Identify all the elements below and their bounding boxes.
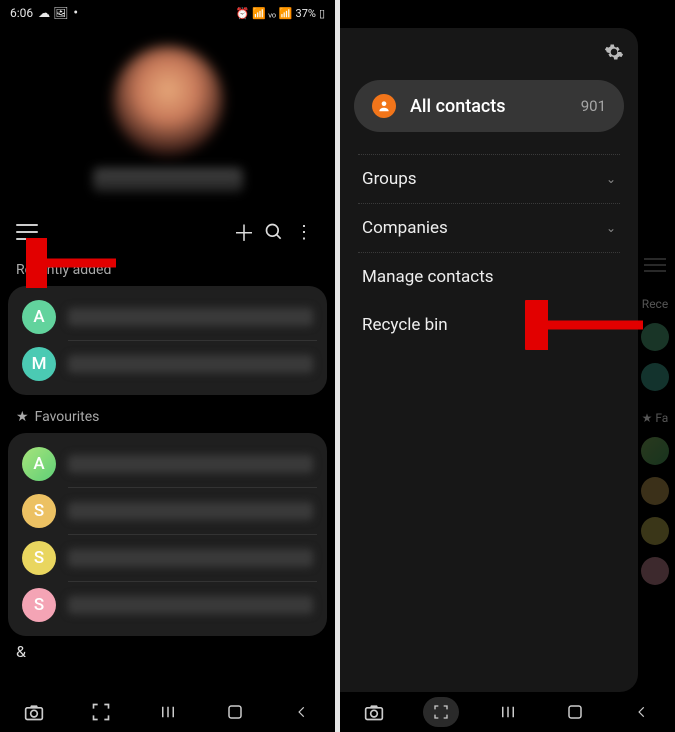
- drawer-companies[interactable]: Companies ⌄: [354, 204, 624, 252]
- settings-gear-icon[interactable]: [354, 42, 624, 62]
- all-contacts-row[interactable]: All contacts 901: [354, 80, 624, 132]
- drawer-manage-contacts[interactable]: Manage contacts: [354, 253, 624, 301]
- navbar: [340, 692, 675, 732]
- navigation-drawer: All contacts 901 Groups ⌄ Companies ⌄ Ma…: [340, 28, 638, 692]
- recently-added-header: Recently added: [0, 248, 335, 286]
- more-icon[interactable]: ⋮: [289, 222, 319, 243]
- underlying-page-dim: Rece ★ Fa: [635, 28, 675, 692]
- list-item[interactable]: S: [18, 582, 317, 628]
- phone-left: 6:06 ☁ 🖼 • ⏰ 📶 ᵥₒ 📶 37% ▯ ＋ ⋮ Recently a…: [0, 0, 335, 732]
- phone-right: 6:06 ☁ 🖼 • ⏰ 📶 ᵥₒ 📶 37% ▯ Rece ★ Fa: [340, 0, 675, 732]
- nav-back-icon[interactable]: [284, 697, 320, 727]
- my-avatar[interactable]: [113, 46, 223, 156]
- contact-name-blurred: [68, 502, 313, 520]
- search-icon[interactable]: [259, 222, 289, 242]
- favourites-header: ★ Favourites: [0, 395, 335, 433]
- status-bar: 6:06 ☁ 🖼 • ⏰ 📶 ᵥₒ 📶 37% ▯: [0, 0, 335, 26]
- contacts-count: 901: [581, 97, 606, 115]
- all-contacts-label: All contacts: [410, 96, 581, 117]
- nav-scan-icon[interactable]: [83, 697, 119, 727]
- list-item[interactable]: S: [18, 488, 317, 534]
- avatar: M: [22, 347, 56, 381]
- contact-name-blurred: [68, 455, 313, 473]
- avatar: S: [22, 588, 56, 622]
- add-icon[interactable]: ＋: [229, 216, 259, 248]
- status-battery: 37%: [296, 7, 316, 20]
- star-icon: ★: [16, 409, 29, 425]
- navbar: [0, 692, 335, 732]
- status-dot: •: [73, 6, 78, 20]
- avatar: A: [22, 300, 56, 334]
- nav-back-icon[interactable]: [624, 697, 660, 727]
- battery-icon: ▯: [319, 7, 325, 20]
- avatar: A: [22, 447, 56, 481]
- nav-home-icon[interactable]: [217, 697, 253, 727]
- list-item[interactable]: A: [18, 294, 317, 340]
- drawer-groups[interactable]: Groups ⌄: [354, 155, 624, 203]
- contact-name-blurred: [68, 596, 313, 614]
- chevron-down-icon: ⌄: [606, 172, 616, 186]
- profile-header[interactable]: [0, 46, 335, 192]
- status-icons-left: ☁ 🖼: [38, 6, 68, 20]
- nav-recents-icon[interactable]: [150, 697, 186, 727]
- toolbar: ＋ ⋮: [0, 216, 335, 248]
- list-item[interactable]: A: [18, 441, 317, 487]
- nav-camera-icon[interactable]: [356, 697, 392, 727]
- avatar: S: [22, 541, 56, 575]
- favourites-list: A S S S: [8, 433, 327, 636]
- contact-name-blurred: [68, 308, 313, 326]
- list-item[interactable]: M: [18, 341, 317, 387]
- nav-scan-icon[interactable]: [423, 697, 459, 727]
- chevron-down-icon: ⌄: [606, 221, 616, 235]
- contact-name-blurred: [68, 355, 313, 373]
- person-icon: [372, 94, 396, 118]
- status-time: 6:06: [10, 6, 33, 20]
- list-item[interactable]: S: [18, 535, 317, 581]
- avatar: S: [22, 494, 56, 528]
- status-icons-right: ⏰ 📶 ᵥₒ 📶: [236, 7, 293, 20]
- drawer-recycle-bin[interactable]: Recycle bin: [354, 301, 624, 349]
- nav-recents-icon[interactable]: [490, 697, 526, 727]
- index-ampersand: &: [0, 636, 335, 667]
- contact-name-blurred: [68, 549, 313, 567]
- hamburger-icon[interactable]: [16, 224, 38, 240]
- my-name-blurred: [93, 168, 243, 192]
- recently-added-list: A M: [8, 286, 327, 395]
- nav-camera-icon[interactable]: [16, 697, 52, 727]
- nav-home-icon[interactable]: [557, 697, 593, 727]
